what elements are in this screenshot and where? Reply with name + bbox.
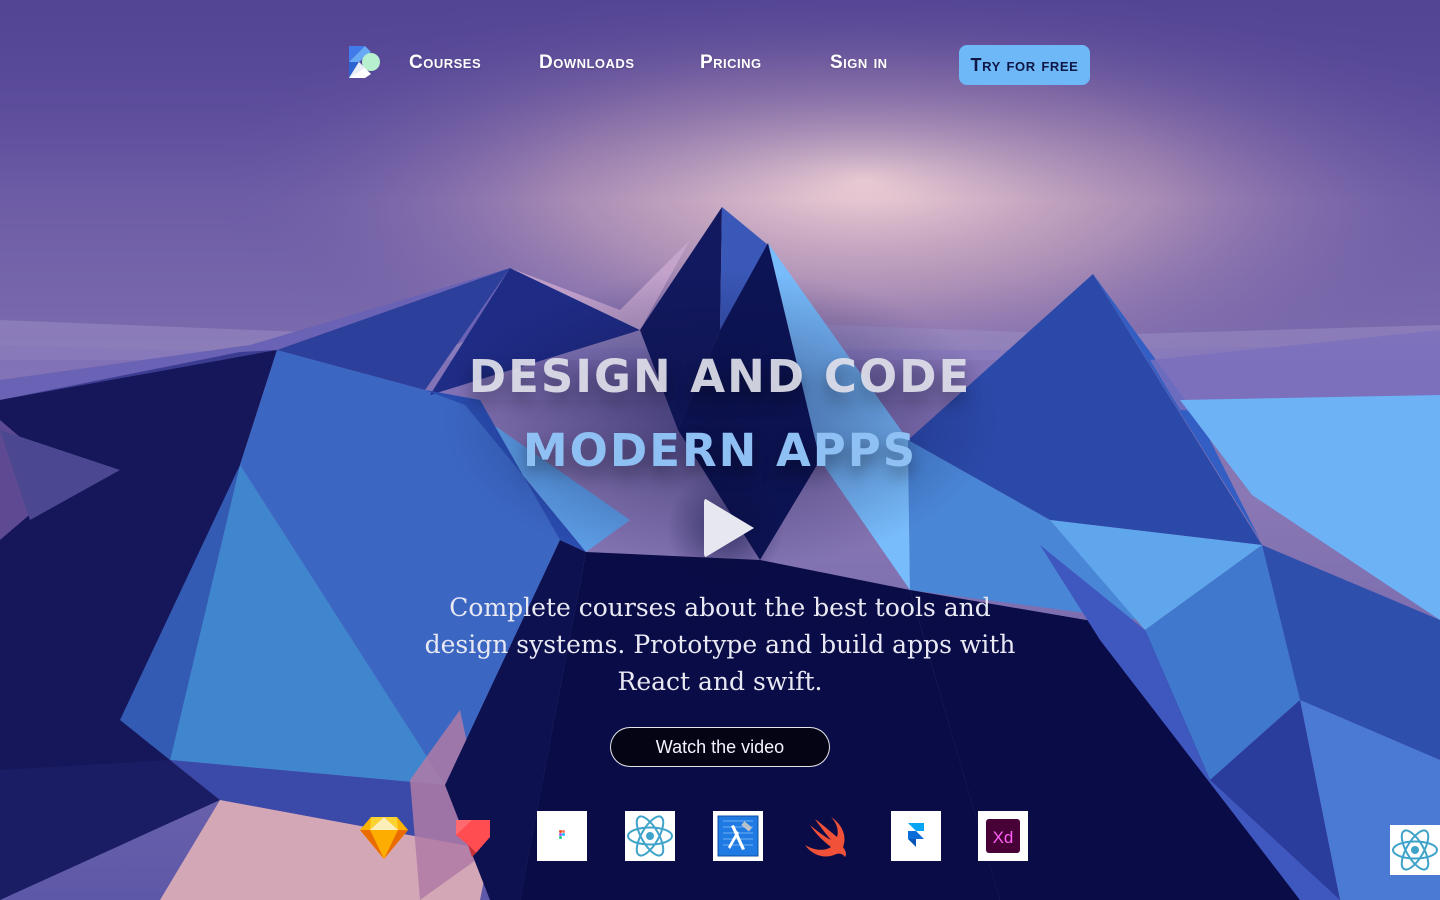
hero-description: Complete courses about the best tools an…	[424, 593, 1016, 696]
hero-title-line-1: DESIGN AND CODE	[468, 350, 972, 403]
hero-title-line-2: MODERN APPS	[522, 424, 918, 477]
nav-link-pricing[interactable]: Pricing	[700, 52, 762, 74]
react-icon[interactable]	[625, 811, 675, 861]
xcode-icon[interactable]	[713, 811, 763, 861]
nav-link-courses[interactable]: Courses	[409, 52, 481, 74]
framer-icon[interactable]	[891, 811, 941, 861]
sketch-icon[interactable]	[359, 811, 409, 861]
play-icon	[704, 498, 754, 558]
svg-text:Xd: Xd	[993, 828, 1014, 847]
try-for-free-button[interactable]: Try for free	[959, 45, 1090, 85]
play-button[interactable]	[666, 470, 784, 588]
adobe-xd-icon[interactable]: Xd	[978, 811, 1028, 861]
react-icon[interactable]	[1390, 825, 1440, 875]
nav-link-downloads[interactable]: Downloads	[539, 52, 635, 74]
nav-link-sign-in[interactable]: Sign in	[830, 52, 888, 74]
invision-studio-icon[interactable]	[448, 811, 498, 861]
figma-icon[interactable]	[537, 811, 587, 861]
top-navigation: Courses Downloads Pricing Sign in Try fo…	[0, 38, 1440, 92]
swift-icon[interactable]	[803, 811, 853, 861]
watch-video-button[interactable]: Watch the video	[610, 727, 830, 767]
logo-icon[interactable]	[349, 46, 381, 78]
